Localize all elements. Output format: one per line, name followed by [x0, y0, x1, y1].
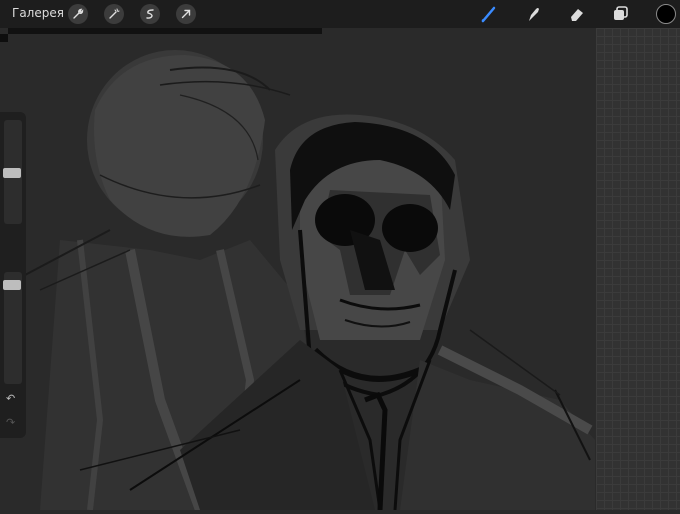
color-picker-swatch[interactable]	[656, 4, 676, 24]
brush-icon[interactable]	[478, 3, 500, 25]
smudge-icon[interactable]	[522, 3, 544, 25]
opacity-thumb[interactable]	[3, 280, 21, 290]
top-toolbar: Галерея	[0, 0, 680, 28]
brush-sidebar: ↶ ↷	[0, 112, 26, 438]
reference-strip	[8, 28, 322, 34]
brush-size-thumb[interactable]	[3, 168, 21, 178]
reference-corner	[0, 34, 8, 42]
selection-icon[interactable]	[140, 4, 160, 24]
sketch-artwork	[0, 0, 680, 512]
magic-wand-icon[interactable]	[104, 4, 124, 24]
undo-arrow-icon[interactable]: ↶	[6, 392, 15, 405]
drawing-canvas[interactable]	[0, 0, 680, 512]
transform-arrow-icon[interactable]	[176, 4, 196, 24]
layers-icon[interactable]	[610, 3, 632, 25]
gallery-button[interactable]: Галерея	[12, 6, 64, 20]
redo-arrow-icon[interactable]: ↷	[6, 416, 15, 429]
canvas-grid-area	[596, 28, 680, 510]
wrench-icon[interactable]	[68, 4, 88, 24]
eraser-icon[interactable]	[566, 3, 588, 25]
